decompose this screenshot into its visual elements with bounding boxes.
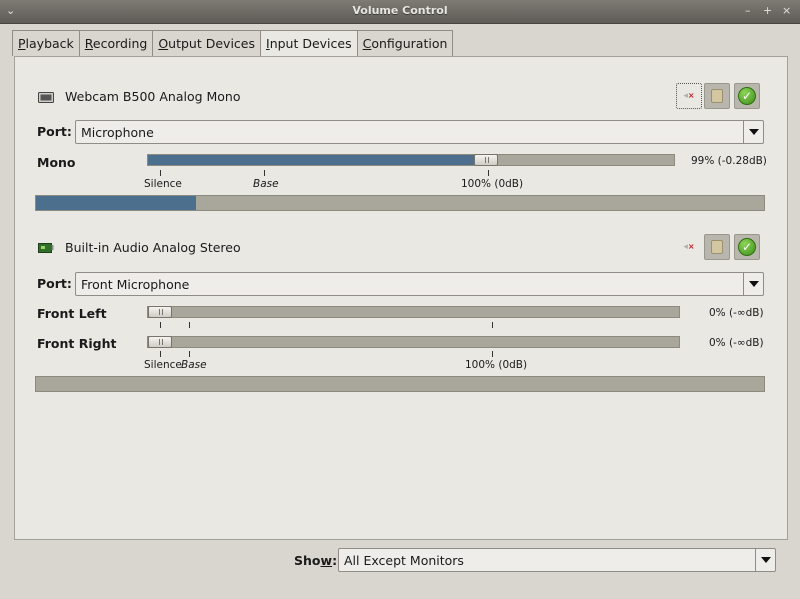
channel-label: Mono <box>37 155 76 170</box>
scale-label-base: Base <box>181 359 207 371</box>
channel-label: Front Right <box>37 336 117 351</box>
port-value: Front Microphone <box>81 277 190 292</box>
device-name: Webcam B500 Analog Mono <box>65 89 241 104</box>
peak-meter <box>35 195 765 211</box>
device-name: Built-in Audio Analog Stereo <box>65 240 241 255</box>
input-devices-panel: Webcam B500 Analog Mono ◂× ✓ Port: Micro… <box>14 56 788 540</box>
slider-knob[interactable] <box>474 154 499 166</box>
webcam-icon <box>38 92 54 103</box>
tab-output-devices[interactable]: Output Devices <box>152 30 261 56</box>
speaker-mute-icon: ◂× <box>683 91 695 101</box>
port-label: Port: <box>37 124 72 139</box>
volume-slider-front-left[interactable] <box>147 306 680 318</box>
tick-base <box>189 351 190 357</box>
slider-knob[interactable] <box>148 336 172 348</box>
tick-base <box>264 170 265 176</box>
show-label: Show: <box>294 553 338 568</box>
volume-readout: 99% (-0.28dB) <box>691 155 767 167</box>
title-bar[interactable]: ⌄ Volume Control – + × <box>0 0 800 24</box>
lock-channels-button[interactable] <box>704 83 730 109</box>
port-value: Microphone <box>81 125 154 140</box>
window-title: Volume Control <box>352 4 448 17</box>
tick-100 <box>488 170 489 176</box>
scale-label-100: 100% (0dB) <box>461 178 524 190</box>
tick-silence <box>160 351 161 357</box>
show-combobox[interactable]: All Except Monitors <box>338 548 776 572</box>
minimize-icon[interactable]: – <box>745 4 751 17</box>
channel-label: Front Left <box>37 306 107 321</box>
tab-bar: Playback Recording Output Devices Input … <box>12 30 454 57</box>
volume-slider[interactable] <box>147 154 675 166</box>
volume-readout: 0% (-∞dB) <box>709 307 764 319</box>
tick-silence <box>160 322 161 328</box>
show-value: All Except Monitors <box>344 553 464 568</box>
tick-100 <box>492 322 493 328</box>
set-default-button[interactable]: ✓ <box>734 83 760 109</box>
tick-silence <box>160 170 161 176</box>
lock-icon <box>711 89 723 103</box>
peak-meter <box>35 376 765 392</box>
volume-slider-front-right[interactable] <box>147 336 680 348</box>
mute-button[interactable]: ◂× <box>676 83 702 109</box>
check-icon: ✓ <box>738 238 756 256</box>
lock-icon <box>711 240 723 254</box>
scale-label-100: 100% (0dB) <box>465 359 528 371</box>
volume-readout: 0% (-∞dB) <box>709 337 764 349</box>
dropdown-arrow-icon[interactable] <box>755 549 775 571</box>
volume-fill <box>148 155 487 165</box>
peak-meter-fill <box>36 196 197 210</box>
port-combobox[interactable]: Microphone <box>75 120 764 144</box>
tab-recording[interactable]: Recording <box>78 30 154 56</box>
tab-playback[interactable]: Playback <box>12 30 80 56</box>
sound-card-icon <box>38 243 54 253</box>
port-label: Port: <box>37 276 72 291</box>
set-default-button[interactable]: ✓ <box>734 234 760 260</box>
port-combobox[interactable]: Front Microphone <box>75 272 764 296</box>
slider-knob[interactable] <box>148 306 172 318</box>
dropdown-arrow-icon[interactable] <box>743 273 763 295</box>
mute-button[interactable]: ◂× <box>676 234 702 260</box>
dropdown-arrow-icon[interactable] <box>743 121 763 143</box>
tab-configuration[interactable]: Configuration <box>356 30 454 56</box>
tab-input-devices[interactable]: Input Devices <box>260 30 358 57</box>
tick-100 <box>492 351 493 357</box>
tick-base <box>189 322 190 328</box>
lock-channels-button[interactable] <box>704 234 730 260</box>
scale-label-silence: Silence <box>144 359 182 371</box>
speaker-mute-icon: ◂× <box>683 242 695 252</box>
maximize-icon[interactable]: + <box>763 4 772 17</box>
check-icon: ✓ <box>738 87 756 105</box>
scale-label-base: Base <box>253 178 279 190</box>
scale-label-silence: Silence <box>144 178 182 190</box>
close-icon[interactable]: × <box>782 4 791 17</box>
